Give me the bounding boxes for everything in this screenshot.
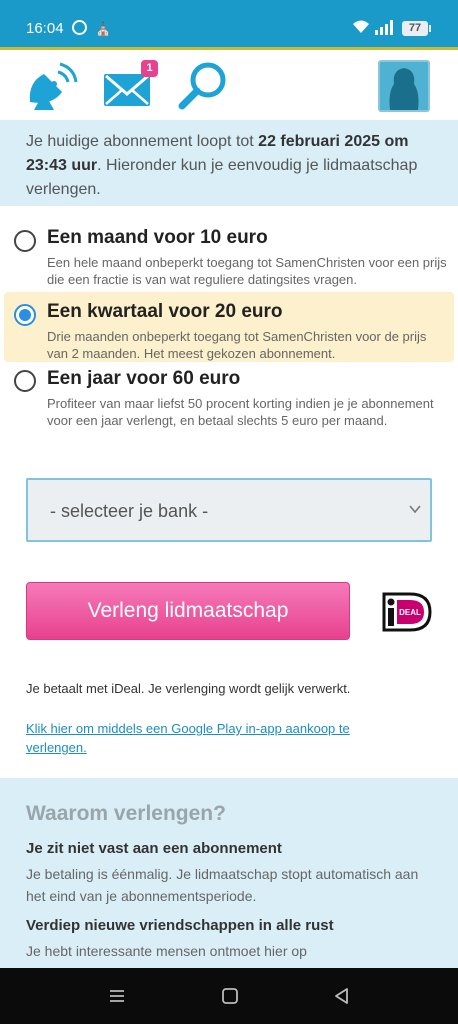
system-navigation-bar bbox=[0, 968, 458, 1024]
option-description: Een hele maand onbeperkt toegang tot Sam… bbox=[47, 255, 447, 287]
recent-apps-icon[interactable] bbox=[107, 986, 127, 1006]
ideal-logo: DEAL bbox=[380, 590, 432, 634]
back-icon[interactable] bbox=[332, 986, 352, 1006]
satellite-dish-icon bbox=[29, 62, 78, 110]
renew-membership-button[interactable]: Verleng lidmaatschap bbox=[26, 582, 350, 640]
option-month[interactable]: Een maand voor 10 euro Een hele maand on… bbox=[4, 216, 454, 288]
radio-quarter[interactable] bbox=[14, 304, 36, 326]
radio-year[interactable] bbox=[14, 370, 36, 392]
search-button[interactable] bbox=[176, 58, 232, 114]
status-time: 16:04 bbox=[26, 20, 64, 37]
messages-count-badge: 1 bbox=[141, 60, 158, 77]
option-description: Profiteer van maar liefst 50 procent kor… bbox=[47, 396, 434, 428]
wifi-icon bbox=[352, 20, 370, 37]
option-title: Een jaar voor 60 euro bbox=[47, 368, 241, 389]
messages-button[interactable]: 1 bbox=[100, 58, 158, 114]
radio-month[interactable] bbox=[14, 230, 36, 252]
notification-icon: ⛪ bbox=[95, 21, 112, 36]
why-point-heading: Verdiep nieuwe vriendschappen in alle ru… bbox=[26, 917, 334, 934]
bank-select-value: - selecteer je bank - bbox=[50, 501, 209, 521]
why-point-heading: Je zit niet vast aan een abonnement bbox=[26, 840, 282, 857]
top-navigation: 1 bbox=[0, 50, 458, 120]
svg-text:DEAL: DEAL bbox=[399, 608, 421, 617]
home-icon[interactable] bbox=[220, 986, 240, 1006]
option-description: Drie maanden onbeperkt toegang tot Samen… bbox=[47, 329, 427, 361]
google-play-purchase-link[interactable]: Klik hier om middels een Google Play in-… bbox=[26, 719, 386, 757]
option-quarter[interactable]: Een kwartaal voor 20 euro Drie maanden o… bbox=[4, 292, 454, 362]
option-year[interactable]: Een jaar voor 60 euro Profiteer van maar… bbox=[4, 366, 454, 454]
whatsapp-icon bbox=[72, 20, 87, 35]
option-title: Een maand voor 10 euro bbox=[47, 227, 268, 248]
bank-select[interactable]: - selecteer je bank - bbox=[26, 478, 432, 542]
profile-avatar[interactable] bbox=[378, 60, 430, 112]
why-renew-title: Waarom verlengen? bbox=[26, 802, 226, 825]
avatar-silhouette-icon bbox=[389, 68, 419, 110]
why-renew-section: Waarom verlengen? Je zit niet vast aan e… bbox=[0, 778, 458, 968]
chevron-down-icon bbox=[409, 505, 421, 514]
why-point-text: Je hebt interessante mensen ontmoet hier… bbox=[26, 943, 307, 959]
option-title: Een kwartaal voor 20 euro bbox=[47, 301, 283, 322]
subscription-info: Je huidige abonnement loopt tot 22 febru… bbox=[0, 120, 458, 206]
why-point-text: Je betaling is éénmalig. Je lidmaatschap… bbox=[26, 866, 419, 904]
signal-icon bbox=[375, 19, 393, 35]
status-bar: 16:04 ⛪ 77 bbox=[0, 0, 458, 50]
search-icon bbox=[178, 62, 226, 110]
radar-dish-button[interactable] bbox=[24, 58, 80, 114]
battery-icon: 77 bbox=[402, 21, 431, 36]
payment-note: Je betaalt met iDeal. Je verlenging word… bbox=[26, 681, 351, 696]
subscription-prefix: Je huidige abonnement loopt tot bbox=[26, 133, 259, 150]
